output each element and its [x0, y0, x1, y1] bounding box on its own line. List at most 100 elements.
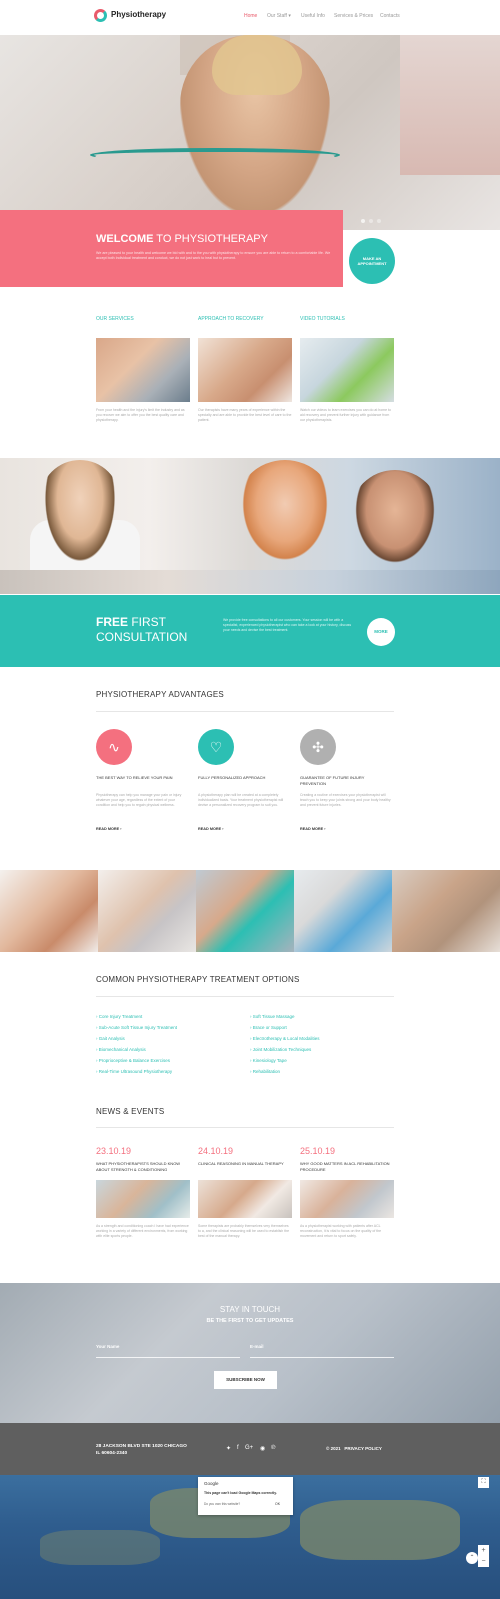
zoom-control[interactable]: + −: [478, 1545, 489, 1567]
news-date: 25.10.19: [300, 1146, 336, 1156]
fullscreen-icon[interactable]: ⛶: [478, 1477, 489, 1488]
service-text: Our therapists have many years of experi…: [198, 408, 292, 422]
treatment-photo: [392, 870, 500, 952]
treatment-link[interactable]: Soft Tissue Massage: [250, 1014, 295, 1020]
news-title[interactable]: WHAT PHYSIOTHERAPISTS SHOULD KNOW ABOUT …: [96, 1161, 190, 1173]
advantage-text: Physiotherapy can help you manage your p…: [96, 793, 182, 807]
hero-patient-hair: [212, 35, 302, 95]
exercise-band: [90, 148, 340, 162]
news-title[interactable]: CLINICAL REASONING IN MANUAL THERAPY: [198, 1161, 292, 1167]
treatment-link[interactable]: Biomechanical Analysis: [96, 1047, 146, 1053]
service-title[interactable]: VIDEO TUTORIALS: [300, 316, 380, 323]
treatment-link[interactable]: Sub-Acute Soft Tissue Injury Treatment: [96, 1025, 177, 1031]
nav-useful-info[interactable]: Useful Info: [301, 13, 325, 19]
copyright: © 2021 PRIVACY POLICY: [326, 1446, 382, 1451]
advantage-text: A physiotherapy plan will be created at …: [198, 793, 284, 807]
therapist-photo: [350, 470, 440, 570]
subscribe-subtitle: BE THE FIRST TO GET UPDATES: [206, 1318, 294, 1324]
read-more-link[interactable]: READ MORE ›: [300, 827, 326, 831]
map-dialog-message: This page can't load Google Maps correct…: [204, 1491, 277, 1495]
anatomy-poster: [400, 35, 500, 175]
news-date: 24.10.19: [198, 1146, 234, 1156]
service-image[interactable]: [198, 338, 292, 402]
news-date: 23.10.19: [96, 1146, 132, 1156]
nav-contacts[interactable]: Contacts: [380, 13, 400, 19]
treatment-link[interactable]: Brace or Support: [250, 1025, 287, 1031]
twitter-icon[interactable]: ✦: [226, 1445, 231, 1452]
slider-dot[interactable]: [369, 219, 373, 223]
map-ok-button[interactable]: OK: [275, 1502, 280, 1506]
read-more-link[interactable]: READ MORE ›: [198, 827, 224, 831]
consultation-title: FREE FIRST CONSULTATION: [96, 615, 188, 644]
welcome-text: We are pleased to your health and welcom…: [96, 251, 331, 260]
nav-home[interactable]: Home: [244, 13, 257, 19]
subscribe-button[interactable]: SUBSCRIBE NOW: [214, 1371, 277, 1389]
email-field-underline: [250, 1357, 394, 1358]
service-title[interactable]: APPROACH TO RECOVERY: [198, 316, 278, 323]
make-appointment-button[interactable]: MAKE AN APPOINTMENT: [349, 238, 395, 284]
footer-address: 28 JACKSON BLVD STE 1020 CHICAGO IL 60604…: [96, 1444, 187, 1456]
map-land: [40, 1530, 160, 1565]
advantage-title: THE BEST WAY TO RELIEVE YOUR PAIN: [96, 775, 173, 780]
pinterest-icon[interactable]: ℗: [271, 1445, 275, 1451]
welcome-banner: [0, 210, 343, 287]
treatment-link[interactable]: Gait Analysis: [96, 1036, 125, 1042]
advantage-text: Creating a routine of exercises your phy…: [300, 793, 391, 807]
news-image[interactable]: [96, 1180, 190, 1218]
service-image[interactable]: [300, 338, 394, 402]
service-text: Watch our videos to learn exercises you …: [300, 408, 391, 422]
google-plus-icon[interactable]: G+: [245, 1445, 253, 1451]
scroll-top-icon[interactable]: ⌃: [466, 1552, 478, 1564]
news-title[interactable]: WHY GOOD MATTERS IN ACL REHABILITATION P…: [300, 1161, 394, 1173]
logo-icon[interactable]: [94, 9, 107, 22]
consultation-text: We provide free consultations to all our…: [223, 618, 352, 632]
news-text: As a strength and conditioning coach I h…: [96, 1224, 189, 1238]
cross-icon: ✣: [300, 729, 336, 765]
service-image[interactable]: [96, 338, 190, 402]
treatment-link[interactable]: Real-Time Ultrasound Physiotherapy: [96, 1069, 172, 1075]
staff-photo-strip-lower: [0, 570, 500, 594]
more-button[interactable]: MORE: [367, 618, 395, 646]
divider: [96, 996, 394, 997]
divider: [96, 1127, 394, 1128]
read-more-link[interactable]: READ MORE ›: [96, 827, 122, 831]
facebook-icon[interactable]: f: [237, 1445, 239, 1451]
treatment-link[interactable]: Electrotherapy & Local Modalities: [250, 1036, 320, 1042]
advantage-title: GUARANTEE OF FUTURE INJURY PREVENTION: [300, 775, 365, 786]
section-title: COMMON PHYSIOTHERAPY TREATMENT OPTIONS: [96, 975, 300, 984]
privacy-policy-link[interactable]: PRIVACY POLICY: [344, 1446, 382, 1451]
service-text: From your health and the injury's limit …: [96, 408, 185, 422]
treatment-photo: [294, 870, 392, 952]
news-image[interactable]: [198, 1180, 292, 1218]
treatment-link[interactable]: Rehabilitation: [250, 1069, 280, 1075]
treatment-link[interactable]: Kinesiology Tape: [250, 1058, 287, 1064]
map-dialog-title: Google: [204, 1481, 219, 1486]
slider-dot[interactable]: [377, 219, 381, 223]
news-text: Some therapists are probably themselves …: [198, 1224, 290, 1238]
rss-icon[interactable]: ◉: [260, 1445, 265, 1452]
treatment-link[interactable]: Proprioceptive & Balance Exercises: [96, 1058, 170, 1064]
treatment-link[interactable]: Core Injury Treatment: [96, 1014, 143, 1020]
divider: [96, 711, 394, 712]
news-text: As a physiotherapist working with patien…: [300, 1224, 382, 1238]
nav-our-staff[interactable]: Our Staff ▾: [267, 13, 291, 19]
slider-dot[interactable]: [361, 219, 365, 223]
name-field-underline: [96, 1357, 240, 1358]
nav-services-prices[interactable]: Services & Prices: [334, 13, 373, 19]
welcome-title: WELCOME TO PHYSIOTHERAPY: [96, 233, 268, 245]
news-image[interactable]: [300, 1180, 394, 1218]
section-title: PHYSIOTHERAPY ADVANTAGES: [96, 690, 224, 699]
heart-icon: ♡: [198, 729, 234, 765]
subscribe-title: STAY IN TOUCH: [219, 1305, 281, 1314]
pulse-icon: ∿: [96, 729, 132, 765]
treatment-link[interactable]: Joint Mobilization Techniques: [250, 1047, 311, 1053]
treatment-photo: [98, 870, 196, 952]
logo-text[interactable]: Physiotherapy: [111, 10, 166, 19]
email-field[interactable]: E-mail: [250, 1344, 264, 1349]
service-title[interactable]: OUR SERVICES: [96, 316, 176, 323]
doctor-photo: [40, 460, 120, 570]
name-field[interactable]: Your Name: [96, 1344, 119, 1349]
treatment-photo: [0, 870, 98, 952]
advantage-title: FULLY PERSONALIZED APPROACH: [198, 775, 266, 780]
chevron-down-icon: ▾: [288, 13, 291, 19]
